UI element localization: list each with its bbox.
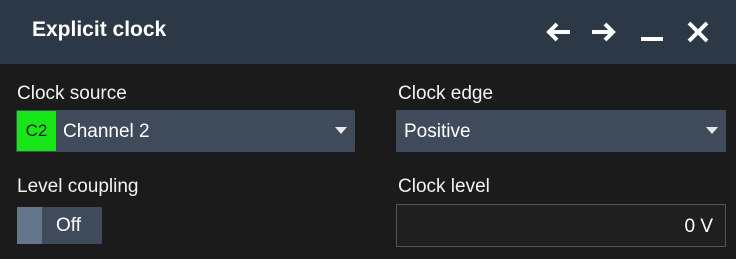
close-icon[interactable]	[682, 14, 714, 50]
level-coupling-toggle[interactable]: Off	[17, 207, 102, 244]
clock-source-label: Clock source	[17, 83, 127, 104]
dialog-titlebar: Explicit clock	[0, 0, 736, 64]
toggle-knob	[17, 207, 42, 244]
clock-level-field[interactable]: 0 V	[396, 204, 726, 247]
arrow-right-icon[interactable]	[588, 14, 620, 50]
clock-edge-label: Clock edge	[398, 83, 494, 104]
clock-source-select[interactable]: C2 Channel 2	[16, 110, 355, 152]
chevron-down-icon	[706, 127, 718, 134]
level-coupling-label: Level coupling	[17, 176, 139, 197]
level-coupling-value: Off	[56, 215, 81, 236]
arrow-left-icon[interactable]	[542, 14, 574, 50]
clock-level-value: 0 V	[684, 216, 713, 237]
chevron-down-icon	[335, 127, 347, 134]
clock-edge-value: Positive	[404, 121, 471, 142]
clock-level-label: Clock level	[398, 176, 490, 197]
explicit-clock-dialog: Explicit clock Clock source C2 Channel 2…	[0, 0, 736, 259]
dialog-title: Explicit clock	[32, 18, 167, 41]
channel-badge: C2	[17, 111, 56, 151]
clock-source-value: Channel 2	[63, 121, 150, 142]
minimize-icon[interactable]	[636, 14, 668, 50]
clock-edge-select[interactable]: Positive	[396, 110, 726, 152]
